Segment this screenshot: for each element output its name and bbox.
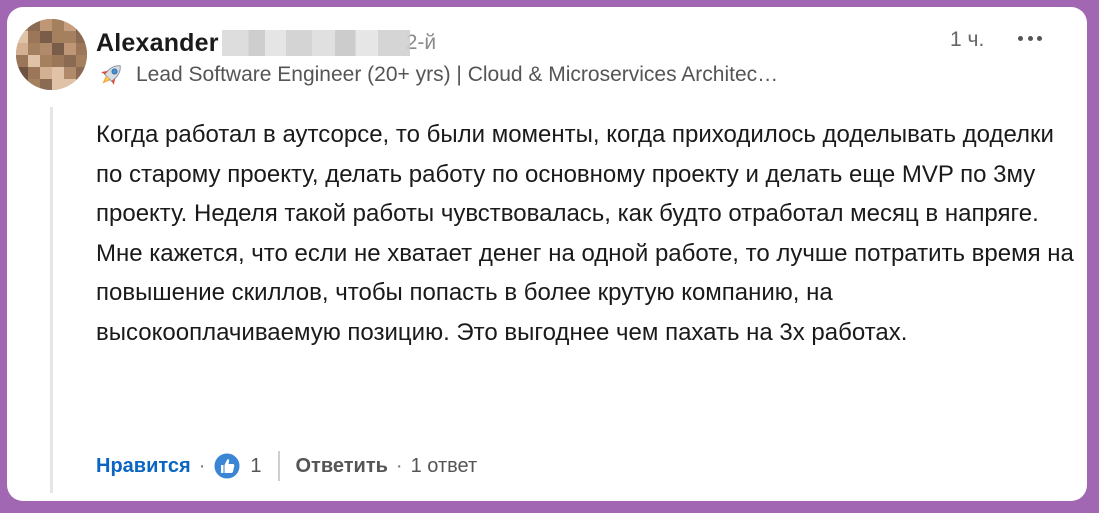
author-name[interactable]: Alexander [96, 29, 219, 58]
avatar[interactable] [16, 19, 87, 90]
reply-button[interactable]: Ответить [296, 455, 388, 478]
reaction-count[interactable]: 1 [250, 455, 261, 478]
like-button[interactable]: Нравится [96, 455, 191, 478]
comment-body: Когда работал в аутсорсе, то были момент… [96, 115, 1081, 353]
comment-actions: Нравится · 1 Ответить · 1 ответ [96, 448, 477, 484]
rocket-icon [101, 65, 121, 85]
thumbs-up-icon[interactable] [213, 452, 241, 480]
more-options-button[interactable] [1010, 27, 1050, 49]
connection-degree: 2-й [405, 31, 437, 54]
replies-count-link[interactable]: 1 ответ [411, 455, 478, 478]
name-redaction [221, 30, 410, 56]
actions-divider [277, 451, 280, 481]
more-horizontal-icon [1018, 35, 1023, 41]
separator-dot: · [198, 454, 206, 477]
comment-paragraph: Мне кажется, что если не хватает денег н… [96, 239, 1074, 346]
author-row: Alexander 2-й [96, 26, 436, 60]
comment-paragraph: Когда работал в аутсорсе, то были момент… [96, 121, 1054, 228]
comment-card: Alexander 2-й 1 ч. Lead Software Enginee… [7, 7, 1087, 501]
author-headline: Lead Software Engineer (20+ yrs) | Cloud… [96, 60, 778, 90]
thread-line [50, 107, 53, 493]
separator-dot: · [395, 454, 403, 477]
comment-time: 1 ч. [950, 28, 985, 51]
headline-text: Lead Software Engineer (20+ yrs) | Cloud… [136, 63, 779, 86]
